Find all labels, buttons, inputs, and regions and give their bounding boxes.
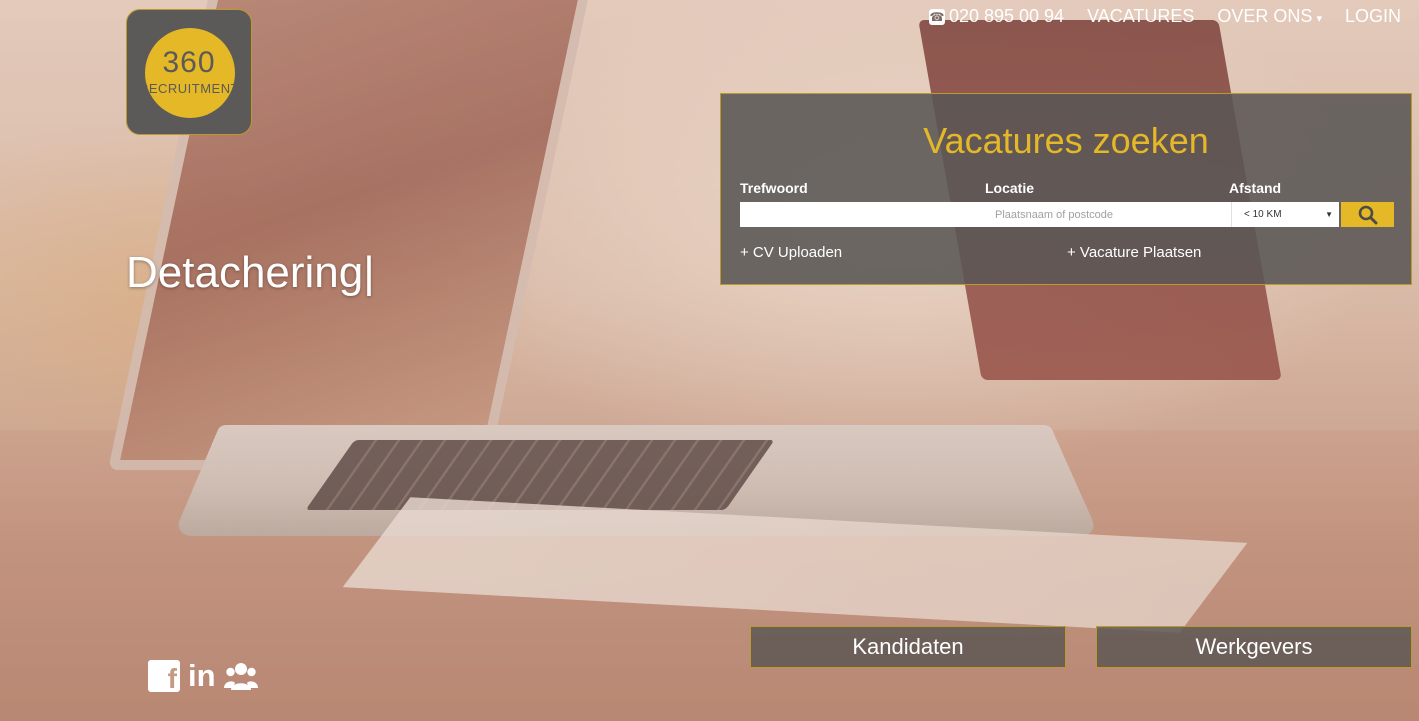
cv-upload-link[interactable]: + CV Uploaden <box>740 244 842 261</box>
group-icon[interactable] <box>223 661 258 691</box>
search-button[interactable] <box>1341 202 1394 227</box>
phone-number: 020 895 00 94 <box>948 6 1065 26</box>
kandidaten-button[interactable]: Kandidaten <box>750 626 1066 668</box>
linkedin-icon[interactable]: in <box>188 660 216 692</box>
phone-link[interactable]: ☎ 020 895 00 94 <box>928 6 1065 27</box>
location-label: Locatie <box>985 180 1035 196</box>
social-links: f in <box>148 660 258 694</box>
search-fields: < 10 KM ▼ <box>740 202 1339 227</box>
place-vacancy-link[interactable]: + Vacature Plaatsen <box>1067 244 1201 261</box>
nav-vacatures[interactable]: VACATURES <box>1087 6 1194 27</box>
search-title: Vacatures zoeken <box>923 120 1209 161</box>
facebook-letter: f <box>167 663 177 694</box>
nav-over-ons[interactable]: OVER ONS ▾ <box>1217 6 1322 27</box>
keyword-input[interactable] <box>740 202 985 227</box>
nav-login[interactable]: LOGIN <box>1345 6 1401 27</box>
hero-headline: Detachering| <box>126 248 375 297</box>
chevron-down-icon: ▾ <box>1316 13 1322 25</box>
select-arrow-icon: ▼ <box>1325 210 1333 219</box>
location-input[interactable] <box>985 202 1231 227</box>
werkgevers-button[interactable]: Werkgevers <box>1096 626 1412 668</box>
job-search-panel: Vacatures zoeken Trefwoord Locatie Afsta… <box>720 93 1412 285</box>
phone-icon: ☎ <box>928 8 945 25</box>
keyword-label: Trefwoord <box>740 180 808 196</box>
nav-over-ons-label: OVER ONS <box>1217 6 1313 26</box>
search-icon <box>1358 205 1377 224</box>
top-navigation: ☎ 020 895 00 94 VACATURES OVER ONS ▾ LOGI… <box>928 6 1401 27</box>
distance-select[interactable]: < 10 KM ▼ <box>1231 202 1339 227</box>
distance-label: Afstand <box>1229 180 1282 196</box>
logo-wordmark: RECRUITMENT <box>138 81 240 96</box>
distance-selected-value: < 10 KM <box>1244 209 1282 220</box>
logo-number: 360 <box>162 46 216 79</box>
site-logo[interactable]: 360 RECRUITMENT <box>126 9 252 135</box>
facebook-icon[interactable]: f <box>148 660 180 694</box>
